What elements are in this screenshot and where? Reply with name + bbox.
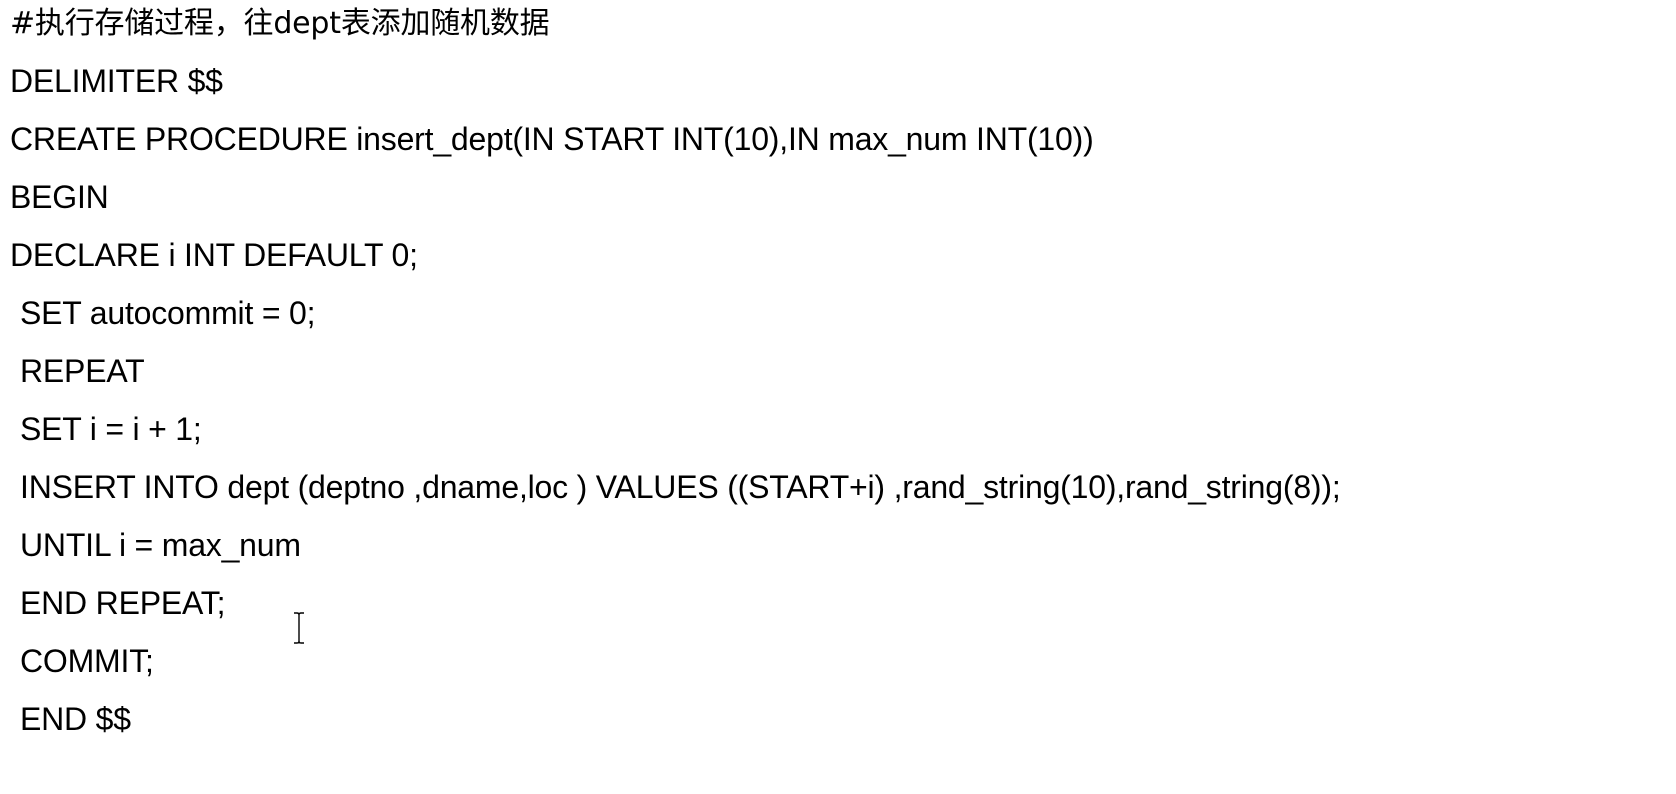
code-line-until: UNTIL i = max_num — [20, 527, 301, 563]
code-line-end-repeat: END REPEAT; — [20, 585, 226, 621]
code-line-end: END $$ — [20, 701, 131, 737]
code-editor[interactable]: #执行存储过程，往dept表添加随机数据 DELIMITER $$ CREATE… — [0, 0, 1676, 794]
code-line-create-procedure: CREATE PROCEDURE insert_dept(IN START IN… — [10, 121, 1094, 157]
code-line-set-i: SET i = i + 1; — [20, 411, 202, 447]
code-line-delimiter: DELIMITER $$ — [10, 63, 223, 99]
code-line-insert: INSERT INTO dept (deptno ,dname,loc ) VA… — [20, 469, 1341, 505]
code-line-repeat: REPEAT — [20, 353, 145, 389]
code-line-declare: DECLARE i INT DEFAULT 0; — [10, 237, 418, 273]
code-line-commit: COMMIT; — [20, 643, 154, 679]
code-line-comment: #执行存储过程，往dept表添加随机数据 — [10, 6, 550, 41]
code-line-set-autocommit: SET autocommit = 0; — [20, 295, 316, 331]
text-ibeam-cursor-icon — [294, 612, 304, 644]
code-line-begin: BEGIN — [10, 179, 109, 215]
